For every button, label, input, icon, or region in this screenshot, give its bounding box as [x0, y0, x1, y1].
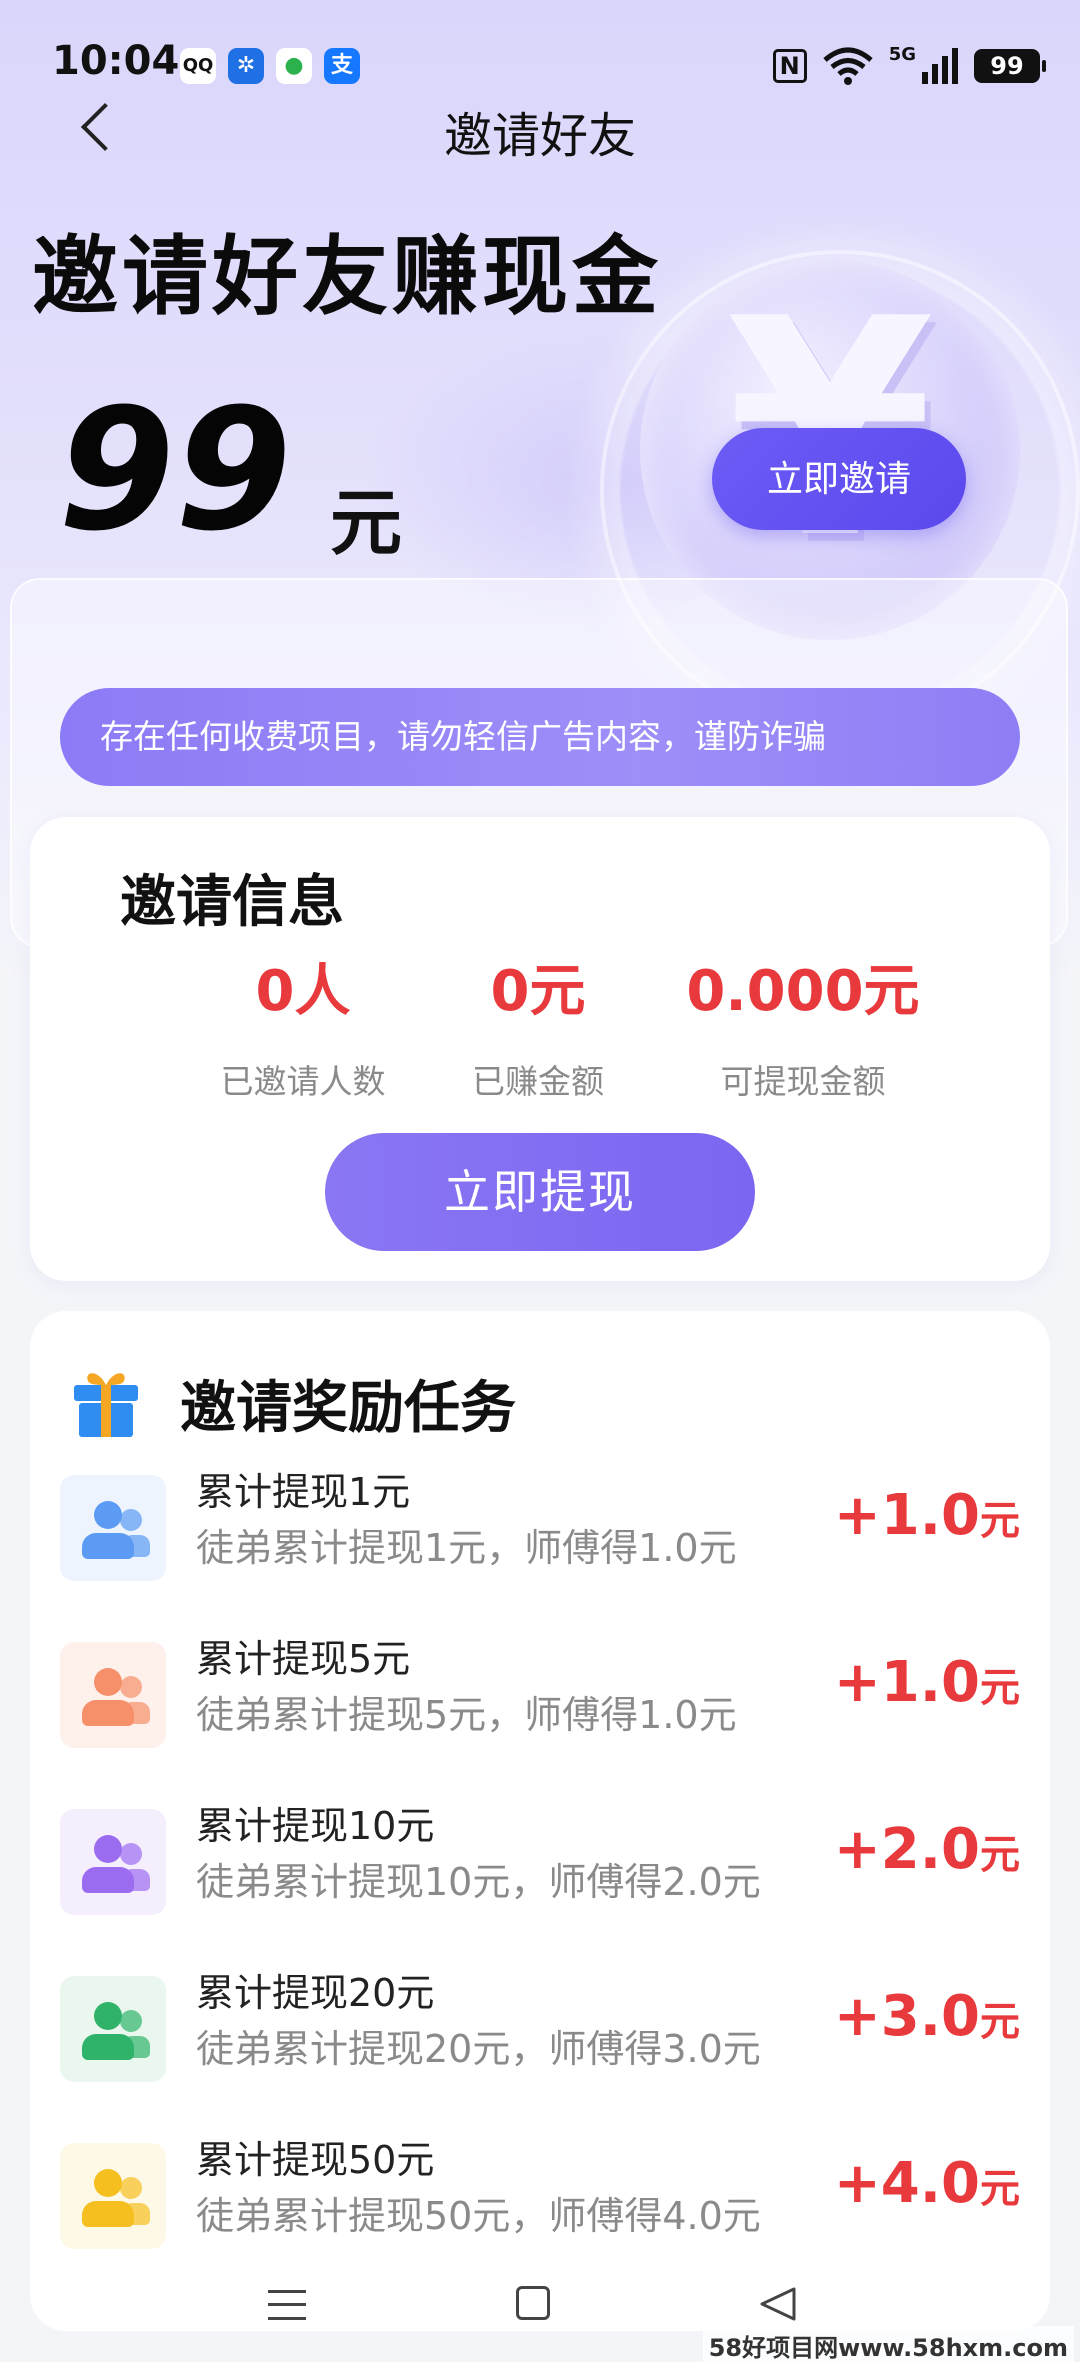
fan-app-icon: ✲	[228, 48, 264, 84]
reward-tasks-title: 邀请奖励任务	[180, 1376, 516, 1441]
task-reward: +1.0元	[834, 1650, 1020, 1715]
task-description: 徒弟累计提现20元，师傅得3.0元	[196, 2027, 761, 2071]
invite-info-card: 邀请信息 0人 已邀请人数 0元 已赚金额 0.000元 可提现金额 立即提现	[30, 817, 1050, 1281]
task-reward-value: +1.0	[833, 1650, 980, 1715]
invite-now-button[interactable]: 立即邀请	[712, 428, 966, 530]
task-name: 累计提现5元	[196, 1637, 411, 1681]
users-icon	[60, 1809, 166, 1915]
wifi-icon	[823, 47, 873, 85]
stat-value: 0.000元	[686, 959, 920, 1024]
users-icon	[60, 1976, 166, 2082]
task-row: 累计提现20元 徒弟累计提现20元，师傅得3.0元 +3.0元	[30, 1962, 1050, 2102]
stat-withdrawable-amount: 0.000元 可提现金额	[653, 957, 953, 1103]
stat-label: 已赚金额	[472, 1062, 604, 1101]
page-title: 邀请好友	[443, 108, 636, 164]
signal-icon	[922, 48, 958, 84]
stat-earned-amount: 0元 已赚金额	[388, 957, 688, 1103]
task-name: 累计提现20元	[196, 1971, 435, 2015]
task-reward-value: +4.0	[833, 2151, 980, 2216]
notice-text: 存在任何收费项目，请勿轻信广告内容，谨防诈骗	[100, 717, 826, 756]
nfc-icon: N	[772, 49, 807, 83]
task-row: 累计提现50元 徒弟累计提现50元，师傅得4.0元 +4.0元	[30, 2129, 1050, 2269]
users-icon	[60, 1642, 166, 1748]
qq-icon: QQ	[180, 48, 216, 84]
task-name: 累计提现50元	[196, 2138, 435, 2182]
task-name: 累计提现10元	[196, 1804, 435, 1848]
invite-info-title: 邀请信息	[120, 870, 344, 935]
task-reward: +4.0元	[834, 2151, 1020, 2216]
task-reward: +1.0元	[834, 1483, 1020, 1548]
battery-icon: 99	[974, 49, 1046, 83]
task-reward-unit: 元	[980, 1665, 1020, 1711]
users-icon	[60, 1475, 166, 1581]
status-indicators: N 5G 99	[772, 44, 1046, 88]
task-description: 徒弟累计提现10元，师傅得2.0元	[196, 1860, 761, 1904]
task-row: 累计提现1元 徒弟累计提现1元，师傅得1.0元 +1.0元	[30, 1461, 1050, 1601]
watermark: 58好项目网www.58hxm.com	[702, 2326, 1074, 2362]
task-reward-value: +3.0	[833, 1984, 980, 2049]
home-icon[interactable]	[516, 2286, 550, 2320]
task-row: 累计提现10元 徒弟累计提现10元，师傅得2.0元 +2.0元	[30, 1795, 1050, 1935]
withdraw-now-button[interactable]: 立即提现	[325, 1133, 755, 1251]
reward-tasks-card: 邀请奖励任务 累计提现1元 徒弟累计提现1元，师傅得1.0元 +1.0元 累计提…	[30, 1311, 1050, 2331]
task-reward-unit: 元	[980, 1999, 1020, 2045]
task-reward-unit: 元	[980, 2166, 1020, 2212]
task-name: 累计提现1元	[196, 1470, 411, 1514]
task-reward-value: +2.0	[833, 1817, 980, 1882]
alipay-icon: 支	[324, 48, 360, 84]
task-reward-value: +1.0	[833, 1483, 980, 1548]
gift-icon	[74, 1373, 138, 1437]
task-description: 徒弟累计提现5元，师傅得1.0元	[196, 1693, 737, 1737]
network-type-label: 5G	[888, 44, 916, 65]
stat-label: 可提现金额	[720, 1062, 886, 1101]
task-reward-unit: 元	[980, 1498, 1020, 1544]
task-reward: +3.0元	[834, 1984, 1020, 2049]
task-reward: +2.0元	[834, 1817, 1020, 1882]
menu-icon[interactable]	[268, 2290, 306, 2320]
notice-marquee: 存在任何收费项目，请勿轻信广告内容，谨防诈骗	[60, 688, 1020, 786]
task-reward-unit: 元	[980, 1832, 1020, 1878]
mobile-app-icon: ●	[276, 48, 312, 84]
task-description: 徒弟累计提现1元，师傅得1.0元	[196, 1526, 737, 1570]
users-icon	[60, 2143, 166, 2249]
task-row: 累计提现5元 徒弟累计提现5元，师傅得1.0元 +1.0元	[30, 1628, 1050, 1768]
back-triangle-icon[interactable]	[758, 2286, 798, 2322]
stat-value: 0元	[490, 959, 586, 1024]
hero-title: 邀请好友赚现金	[32, 227, 662, 327]
task-description: 徒弟累计提现50元，师傅得4.0元	[196, 2194, 761, 2238]
hero-amount-unit: 元	[330, 481, 403, 565]
hero-amount: 99	[58, 372, 292, 568]
status-time: 10:04	[52, 38, 180, 84]
